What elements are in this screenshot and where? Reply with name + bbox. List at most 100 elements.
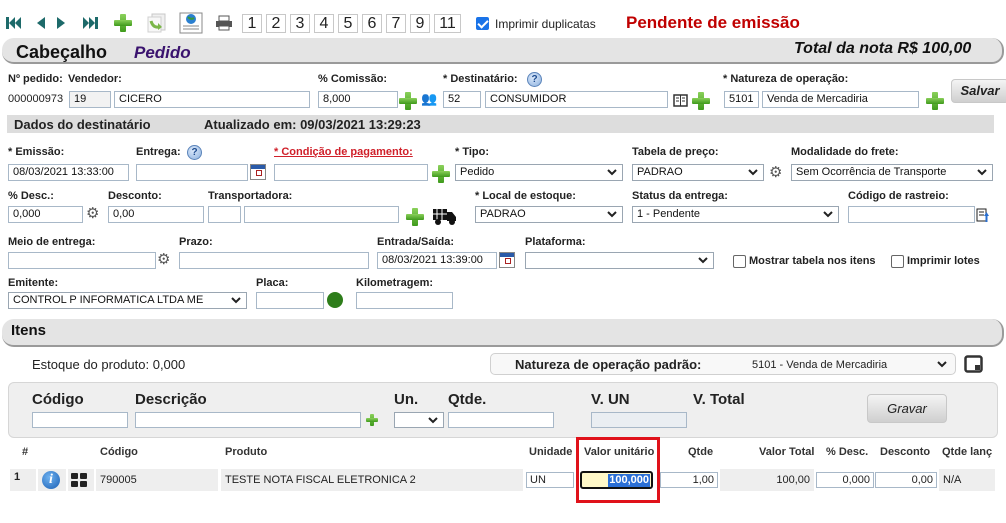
print-duplicates-checkbox[interactable] xyxy=(476,17,489,30)
page-button-6[interactable]: 6 xyxy=(362,14,382,33)
last-record-icon[interactable] xyxy=(82,16,98,30)
stock-location-select[interactable]: PADRAO xyxy=(475,206,623,223)
price-table-value: PADRAO xyxy=(637,166,683,178)
discount-pct-label: % Desc.: xyxy=(8,190,54,202)
emission-input[interactable]: 08/03/2021 13:33:00 xyxy=(8,164,129,181)
row-unit-value-selected: 100,000 xyxy=(608,474,650,487)
nature-name-input[interactable]: Venda de Mercadiria xyxy=(762,91,919,108)
truck-icon[interactable] xyxy=(432,207,458,226)
page-button-11[interactable]: 11 xyxy=(434,14,461,33)
row-code: 790005 xyxy=(96,469,218,491)
delivery-method-input[interactable] xyxy=(8,252,156,269)
type-select[interactable]: Pedido xyxy=(455,164,623,181)
info-icon[interactable]: i xyxy=(42,471,60,489)
previous-record-icon[interactable] xyxy=(34,16,46,30)
entry-qty-input[interactable] xyxy=(448,412,554,428)
freight-select[interactable]: Sem Ocorrência de Transporte xyxy=(791,164,993,181)
people-icon[interactable]: 👥 xyxy=(421,91,437,107)
entry-code-input[interactable] xyxy=(32,412,128,428)
default-nature-select[interactable]: Natureza de operação padrão: 5101 - Vend… xyxy=(490,353,956,375)
entry-unit-select[interactable] xyxy=(394,412,444,428)
web-page-icon[interactable] xyxy=(179,12,203,34)
payment-condition-link[interactable]: * Condição de pagamento: xyxy=(274,146,413,158)
term-input[interactable] xyxy=(179,252,369,269)
entry-unit-value-input[interactable] xyxy=(591,412,687,428)
commission-input[interactable]: 8,000 xyxy=(318,91,398,108)
row-qty-input[interactable]: 1,00 xyxy=(660,472,718,488)
gear-icon[interactable]: ⚙ xyxy=(769,165,782,180)
row-product: TESTE NOTA FISCAL ELETRONICA 2 xyxy=(221,469,523,491)
page-button-9[interactable]: 9 xyxy=(410,14,430,33)
emission-label: * Emissão: xyxy=(8,146,65,158)
grid-icon[interactable] xyxy=(71,473,87,487)
nature-code-input[interactable]: 5101 xyxy=(724,91,759,108)
add-product-icon[interactable] xyxy=(366,414,378,426)
save-button[interactable]: Salvar xyxy=(951,79,1006,103)
next-record-icon[interactable] xyxy=(56,16,68,30)
add-recipient-icon[interactable] xyxy=(692,92,710,110)
seller-name-input[interactable]: CICERO xyxy=(114,91,310,108)
discount-input[interactable]: 0,00 xyxy=(108,206,204,223)
row-disc-pct-input[interactable]: 0,000 xyxy=(816,472,874,488)
print-icon[interactable] xyxy=(215,15,233,31)
issuer-select[interactable]: CONTROL P INFORMATICA LTDA ME xyxy=(8,292,247,309)
copy-icon[interactable] xyxy=(146,13,168,33)
add-carrier-icon[interactable] xyxy=(406,208,424,226)
save-item-button[interactable]: Gravar xyxy=(867,394,947,423)
show-table-checkbox[interactable] xyxy=(733,255,746,268)
tracking-label: Código de rastreio: xyxy=(848,190,949,202)
row-unit-input[interactable]: UN xyxy=(526,472,574,488)
address-book-icon[interactable] xyxy=(673,94,688,107)
delivery-status-value: 1 - Pendente xyxy=(637,208,700,220)
discount-pct-input[interactable]: 0,000 xyxy=(8,206,83,223)
in-out-calendar-icon[interactable] xyxy=(499,252,515,268)
calendar-icon[interactable] xyxy=(250,164,266,180)
tracking-input[interactable] xyxy=(848,206,975,223)
tracking-export-icon[interactable] xyxy=(976,208,990,223)
delivery-method-gear-icon[interactable]: ⚙ xyxy=(157,252,170,267)
recipient-name-input[interactable]: CONSUMIDOR xyxy=(485,91,668,108)
row-info-cell: i xyxy=(38,469,66,491)
discount-gear-icon[interactable]: ⚙ xyxy=(86,206,99,221)
page-button-2[interactable]: 2 xyxy=(266,14,286,33)
payment-condition-input[interactable] xyxy=(274,164,428,181)
add-seller-icon[interactable] xyxy=(399,92,417,110)
recipient-code-input[interactable]: 52 xyxy=(443,91,481,108)
nature-label: * Natureza de operação: xyxy=(723,73,849,85)
delivery-status-select[interactable]: 1 - Pendente xyxy=(632,206,839,223)
mileage-input[interactable] xyxy=(356,292,453,309)
delivery-help-icon[interactable]: ? xyxy=(187,145,202,160)
freight-select-value: Sem Ocorrência de Transporte xyxy=(796,166,947,178)
plate-input[interactable] xyxy=(256,292,324,309)
in-out-input[interactable]: 08/03/2021 13:39:00 xyxy=(377,252,497,269)
col-qty-launched: Qtde lanç xyxy=(942,446,993,458)
page-button-3[interactable]: 3 xyxy=(290,14,310,33)
entry-qty-label: Qtde. xyxy=(448,391,487,408)
platform-select[interactable] xyxy=(525,252,714,269)
first-record-icon[interactable] xyxy=(6,16,22,30)
add-nature-icon[interactable] xyxy=(926,92,944,110)
help-icon[interactable]: ? xyxy=(527,72,542,87)
carrier-name-input[interactable] xyxy=(244,206,399,223)
chevron-down-icon xyxy=(977,169,987,176)
row-unit-value-input[interactable]: 100,000 xyxy=(580,471,653,489)
note-icon[interactable] xyxy=(964,355,984,374)
stock-location-label: * Local de estoque: xyxy=(475,190,576,202)
col-disc-pct: % Desc. xyxy=(826,446,869,458)
page-button-7[interactable]: 7 xyxy=(386,14,406,33)
page-button-4[interactable]: 4 xyxy=(314,14,334,33)
plate-label: Placa: xyxy=(256,277,289,289)
price-table-select[interactable]: PADRAO xyxy=(632,164,764,181)
delivery-date-input[interactable] xyxy=(136,164,248,181)
row-discount-input[interactable]: 0,00 xyxy=(875,472,937,488)
carrier-code-input[interactable] xyxy=(208,206,241,223)
add-payment-icon[interactable] xyxy=(432,165,450,183)
print-lots-checkbox[interactable] xyxy=(891,255,904,268)
page-button-1[interactable]: 1 xyxy=(242,14,262,33)
add-icon[interactable] xyxy=(114,14,132,32)
print-lots-label: Imprimir lotes xyxy=(907,255,980,267)
seller-code-input[interactable]: 19 xyxy=(69,91,111,108)
entry-desc-input[interactable] xyxy=(135,412,361,428)
col-product: Produto xyxy=(225,446,268,458)
page-button-5[interactable]: 5 xyxy=(338,14,358,33)
